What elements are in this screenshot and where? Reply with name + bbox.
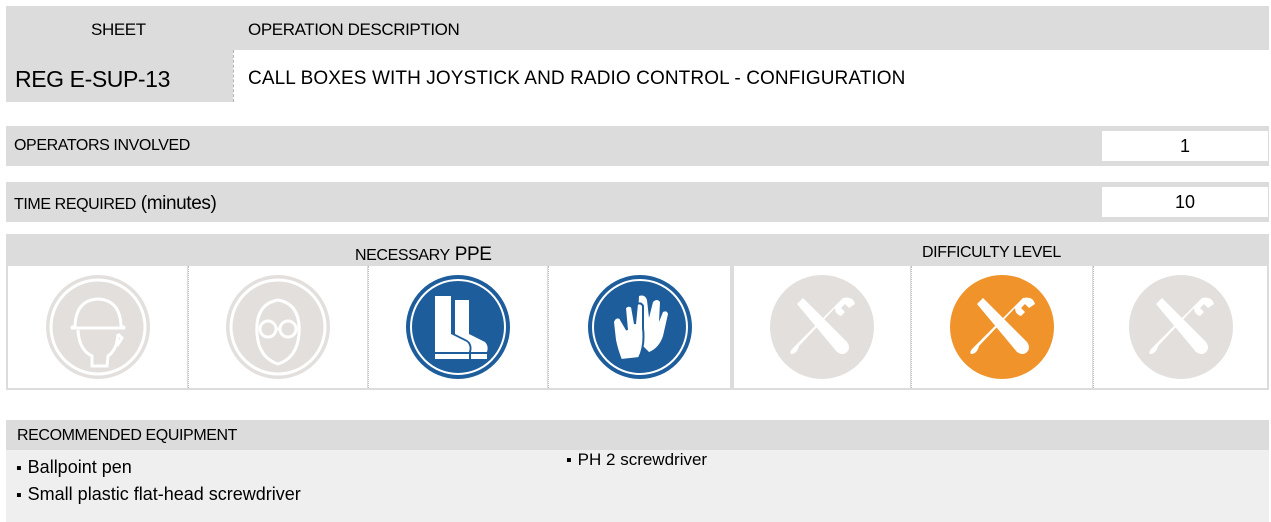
tools-icon bbox=[950, 275, 1054, 379]
equipment-item: Ballpoint pen bbox=[16, 457, 132, 478]
equipment-item: Small plastic flat-head screwdriver bbox=[16, 484, 301, 505]
tools-icon bbox=[770, 275, 874, 379]
difficulty-header: DIFFICULTY LEVEL bbox=[922, 244, 1061, 261]
ppe-header: NECESSARY PPE bbox=[355, 244, 492, 265]
ppe-cell-feet bbox=[368, 266, 547, 388]
sheet-code: REG E-SUP-13 bbox=[15, 66, 170, 92]
sheet-column-header: SHEET bbox=[91, 20, 146, 39]
operation-column-header: OPERATION DESCRIPTION bbox=[248, 20, 460, 39]
equipment-header: RECOMMENDED EQUIPMENT bbox=[17, 427, 238, 444]
ppe-cell-hands bbox=[548, 266, 730, 388]
tools-icon bbox=[1128, 275, 1233, 379]
hard-hat-icon bbox=[45, 275, 150, 379]
ppe-cell-head bbox=[8, 266, 187, 388]
safety-boots-icon bbox=[406, 275, 510, 379]
difficulty-cell-1 bbox=[734, 266, 910, 388]
time-value: 10 bbox=[1102, 187, 1268, 217]
time-row: TIME REQUIRED (minutes) 10 bbox=[6, 182, 1269, 222]
safety-gloves-icon bbox=[587, 275, 692, 379]
operators-value: 1 bbox=[1102, 131, 1268, 161]
time-label: TIME REQUIRED (minutes) bbox=[14, 193, 217, 214]
equipment-item: PH 2 screwdriver bbox=[566, 450, 707, 470]
operation-description: CALL BOXES WITH JOYSTICK AND RADIO CONTR… bbox=[248, 68, 906, 89]
difficulty-cell-2 bbox=[911, 266, 1092, 388]
operators-label: OPERATORS INVOLVED bbox=[14, 137, 190, 154]
ppe-cell-eyes bbox=[188, 266, 367, 388]
difficulty-cell-3 bbox=[1093, 266, 1267, 388]
safety-goggles-icon bbox=[226, 275, 330, 379]
operators-row: OPERATORS INVOLVED 1 bbox=[6, 126, 1269, 166]
